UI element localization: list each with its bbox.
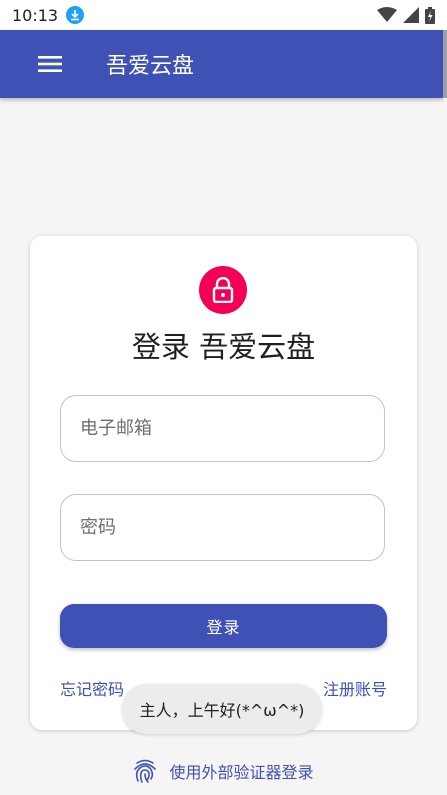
email-field[interactable] (60, 395, 385, 462)
register-link[interactable]: 注册账号 (323, 676, 387, 700)
lock-icon (212, 277, 234, 303)
status-right (377, 6, 435, 24)
password-field[interactable] (60, 494, 385, 561)
status-bar: 10:13 (0, 0, 447, 30)
download-icon (66, 6, 85, 24)
login-card: 登录 吾爱云盘 登录 忘记密码 注册账号 (30, 236, 417, 730)
toast-text: 主人，上午好(*^ω^*) (139, 701, 305, 720)
fingerprint-icon (134, 759, 157, 783)
login-button[interactable]: 登录 (60, 604, 387, 648)
forgot-password-link[interactable]: 忘记密码 (60, 676, 124, 700)
password-input[interactable] (78, 516, 362, 539)
external-login-button[interactable]: 使用外部验证器登录 (0, 758, 447, 784)
lock-avatar (199, 266, 247, 314)
battery-icon (425, 6, 435, 24)
email-input[interactable] (78, 417, 362, 440)
status-time: 10:13 (12, 5, 59, 25)
hamburger-menu-icon (38, 56, 62, 72)
signal-icon (403, 7, 419, 23)
app-bar: 吾爱云盘 (0, 30, 443, 98)
menu-button[interactable] (30, 44, 70, 84)
login-title: 登录 吾爱云盘 (131, 330, 316, 364)
wifi-icon (377, 7, 397, 22)
status-left: 10:13 (12, 5, 85, 25)
scroll-edge (443, 30, 447, 98)
external-login-label: 使用外部验证器登录 (169, 763, 314, 782)
app-title: 吾爱云盘 (106, 54, 195, 79)
greeting-toast: 主人，上午好(*^ω^*) (122, 684, 322, 734)
